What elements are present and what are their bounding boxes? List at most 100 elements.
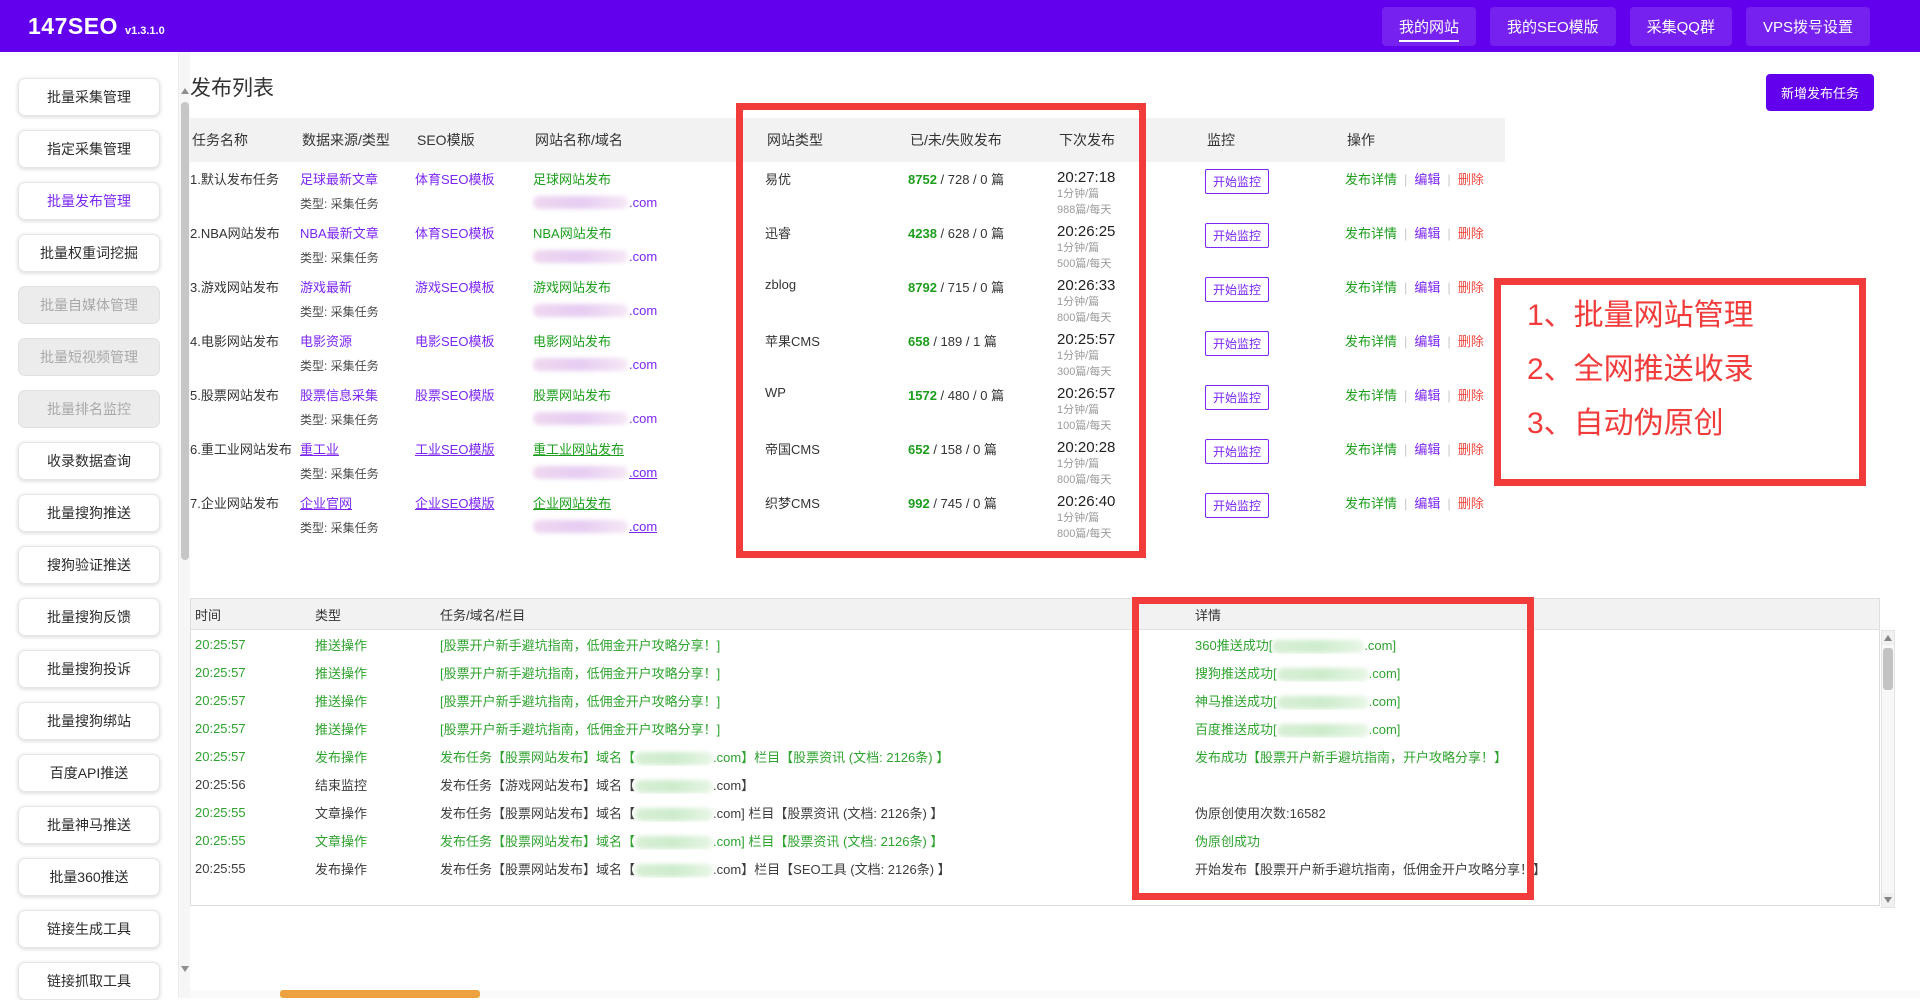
domain-suffix: .com: [629, 519, 657, 534]
publish-details-link[interactable]: 发布详情: [1345, 496, 1397, 511]
sidebar-item[interactable]: 批量搜狗投诉: [18, 650, 160, 688]
redacted-domain: [1277, 668, 1369, 681]
start-monitor-button[interactable]: 开始监控: [1205, 331, 1269, 356]
separator: |: [1404, 172, 1407, 187]
publish-details-link[interactable]: 发布详情: [1345, 442, 1397, 457]
delete-link[interactable]: 删除: [1458, 172, 1484, 187]
source-link[interactable]: 股票信息采集: [300, 385, 378, 404]
nav-item[interactable]: 我的网站: [1382, 7, 1476, 46]
source-link[interactable]: 足球最新文章: [300, 169, 378, 188]
column-header: 时间: [191, 605, 311, 624]
delete-link[interactable]: 删除: [1458, 496, 1484, 511]
start-monitor-button[interactable]: 开始监控: [1205, 385, 1269, 410]
delete-link[interactable]: 删除: [1458, 280, 1484, 295]
sidebar-item[interactable]: 批量神马推送: [18, 806, 160, 844]
actions-cell: 发布详情|编辑|删除: [1345, 331, 1505, 350]
start-monitor-button[interactable]: 开始监控: [1205, 493, 1269, 518]
delete-link[interactable]: 删除: [1458, 442, 1484, 457]
source-link[interactable]: NBA最新文章: [300, 223, 379, 242]
start-monitor-button[interactable]: 开始监控: [1205, 277, 1269, 302]
seo-template-link[interactable]: 体育SEO模板: [415, 223, 494, 242]
seo-template-link[interactable]: 工业SEO模版: [415, 439, 494, 458]
edit-link[interactable]: 编辑: [1414, 442, 1440, 457]
publish-details-link[interactable]: 发布详情: [1345, 280, 1397, 295]
edit-link[interactable]: 编辑: [1414, 280, 1440, 295]
site-name-link[interactable]: 企业网站发布: [533, 493, 765, 512]
start-monitor-button[interactable]: 开始监控: [1205, 223, 1269, 248]
delete-link[interactable]: 删除: [1458, 226, 1484, 241]
publish-counts: 4238 / 628 / 0 篇: [908, 223, 1057, 242]
sidebar-item[interactable]: 搜狗验证推送: [18, 546, 160, 584]
scroll-down-icon[interactable]: [181, 966, 189, 972]
publish-details-link[interactable]: 发布详情: [1345, 226, 1397, 241]
nav-item[interactable]: 我的SEO模版: [1490, 7, 1616, 46]
sidebar-item[interactable]: 链接生成工具: [18, 910, 160, 948]
scroll-up-icon[interactable]: [181, 88, 189, 94]
add-task-button[interactable]: 新增发布任务: [1766, 74, 1874, 111]
task-name: 4.电影网站发布: [190, 331, 300, 350]
sidebar-item[interactable]: 链接抓取工具: [18, 962, 160, 1000]
sidebar-scrollbar-thumb[interactable]: [181, 102, 189, 560]
publish-details-link[interactable]: 发布详情: [1345, 334, 1397, 349]
column-header: 网站名称/域名: [533, 130, 765, 150]
next-publish-time: 20:26:33: [1057, 277, 1205, 294]
delete-link[interactable]: 删除: [1458, 334, 1484, 349]
redacted-domain: [635, 808, 713, 821]
site-name-link[interactable]: 游戏网站发布: [533, 277, 765, 296]
source-link[interactable]: 游戏最新: [300, 277, 352, 296]
seo-template-link[interactable]: 体育SEO模板: [415, 169, 494, 188]
sidebar-item[interactable]: 批量360推送: [18, 858, 160, 896]
edit-link[interactable]: 编辑: [1414, 226, 1440, 241]
site-name-link[interactable]: 重工业网站发布: [533, 439, 765, 458]
seo-template-link[interactable]: 游戏SEO模板: [415, 277, 494, 296]
edit-link[interactable]: 编辑: [1414, 334, 1440, 349]
site-name-link[interactable]: 股票网站发布: [533, 385, 765, 404]
nav-item[interactable]: 采集QQ群: [1630, 7, 1732, 46]
site-domain: .com: [533, 195, 765, 210]
sidebar-scrollbar[interactable]: [178, 52, 190, 998]
edit-link[interactable]: 编辑: [1414, 172, 1440, 187]
log-row: 20:25:57推送操作[股票开户新手避坑指南，低佣金开户攻略分享！]搜狗推送成…: [191, 658, 1879, 686]
seo-template-link[interactable]: 企业SEO模版: [415, 493, 494, 512]
source-link[interactable]: 企业官网: [300, 493, 352, 512]
seo-template-link[interactable]: 电影SEO模板: [415, 331, 494, 350]
log-time: 20:25:57: [191, 693, 311, 708]
log-type: 发布操作: [311, 859, 436, 878]
sidebar-item[interactable]: 收录数据查询: [18, 442, 160, 480]
sidebar-item[interactable]: 百度API推送: [18, 754, 160, 792]
log-text: 发布任务【游戏网站发布】域名【: [440, 778, 635, 793]
log-text: 搜狗推送成功[: [1195, 666, 1277, 681]
delete-link[interactable]: 删除: [1458, 388, 1484, 403]
scroll-down-icon[interactable]: [1882, 893, 1894, 907]
template-cell: 体育SEO模板: [415, 223, 533, 242]
edit-link[interactable]: 编辑: [1414, 496, 1440, 511]
site-name-link[interactable]: 电影网站发布: [533, 331, 765, 350]
start-monitor-button[interactable]: 开始监控: [1205, 439, 1269, 464]
sidebar-item[interactable]: 批量发布管理: [18, 182, 160, 220]
sidebar-item[interactable]: 批量搜狗绑站: [18, 702, 160, 740]
scroll-up-icon[interactable]: [1882, 631, 1894, 645]
sidebar-item[interactable]: 批量权重词挖掘: [18, 234, 160, 272]
site-name-link[interactable]: NBA网站发布: [533, 223, 765, 242]
publish-details-link[interactable]: 发布详情: [1345, 172, 1397, 187]
edit-link[interactable]: 编辑: [1414, 388, 1440, 403]
sidebar-item[interactable]: 批量搜狗反馈: [18, 598, 160, 636]
start-monitor-button[interactable]: 开始监控: [1205, 169, 1269, 194]
sidebar-item[interactable]: 批量搜狗推送: [18, 494, 160, 532]
horizontal-scrollbar-thumb[interactable]: [280, 990, 480, 998]
publish-counts: 8752 / 728 / 0 篇: [908, 169, 1057, 188]
seo-template-link[interactable]: 股票SEO模版: [415, 385, 494, 404]
sidebar-item[interactable]: 批量采集管理: [18, 78, 160, 116]
published-count: 658: [908, 334, 930, 349]
sidebar: 批量采集管理指定采集管理批量发布管理批量权重词挖掘批量自媒体管理批量短视频管理批…: [0, 52, 178, 998]
source-link[interactable]: 电影资源: [300, 331, 352, 350]
site-name-link[interactable]: 足球网站发布: [533, 169, 765, 188]
source-link[interactable]: 重工业: [300, 439, 339, 458]
log-text: [股票开户新手避坑指南，低佣金开户攻略分享！]: [440, 666, 720, 681]
publish-details-link[interactable]: 发布详情: [1345, 388, 1397, 403]
log-scrollbar[interactable]: [1881, 630, 1895, 908]
nav-item[interactable]: VPS拨号设置: [1746, 7, 1870, 46]
sidebar-item[interactable]: 指定采集管理: [18, 130, 160, 168]
log-scrollbar-thumb[interactable]: [1883, 648, 1893, 690]
task-table-header: 任务名称数据来源/类型SEO模版网站名称/域名网站类型已/未/失败发布下次发布监…: [190, 118, 1505, 162]
